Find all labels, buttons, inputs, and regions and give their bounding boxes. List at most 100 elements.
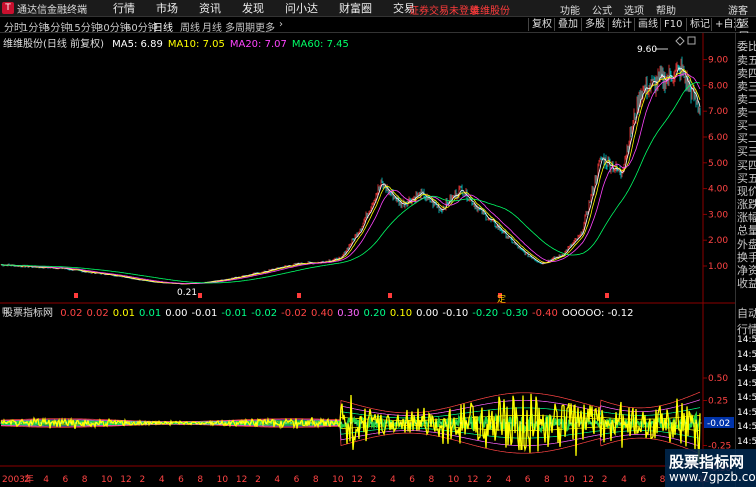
event-marker-icon[interactable] bbox=[198, 293, 202, 298]
expand-icon[interactable] bbox=[675, 36, 685, 46]
indicator-value-18: OOOOO: -0.12 bbox=[561, 308, 634, 319]
indicator-value-4: 0.00 bbox=[165, 308, 188, 319]
x-axis-label: 6 bbox=[294, 475, 300, 485]
x-axis-label: 4 bbox=[274, 475, 280, 485]
toolbar-button-6[interactable]: 标记 bbox=[686, 18, 713, 31]
indicator-value-3: 0.01 bbox=[138, 308, 162, 319]
period-3[interactable]: 15分钟 bbox=[68, 19, 101, 34]
indicator-value-5: -0.01 bbox=[191, 308, 218, 319]
toolbar-button-1[interactable]: 叠加 bbox=[554, 18, 581, 31]
x-axis-label: 2 bbox=[24, 475, 30, 485]
period-7[interactable]: 周线 bbox=[180, 19, 200, 34]
indicator-value-12: 0.10 bbox=[389, 308, 413, 319]
period-0[interactable]: 分时 bbox=[4, 19, 24, 34]
more-arrow-icon[interactable]: › bbox=[279, 19, 283, 30]
x-axis-label: 12 bbox=[583, 475, 594, 485]
quote-field-27: 14:50 bbox=[737, 422, 756, 432]
indicator-value-17: -0.40 bbox=[531, 308, 558, 319]
guest-user[interactable]: 游客 bbox=[728, 2, 748, 17]
app-title: 通达信金融终端 bbox=[17, 4, 87, 16]
indicator-value-2: 0.01 bbox=[112, 308, 135, 319]
x-axis-label: 2 bbox=[140, 475, 146, 485]
indicator-value-14: -0.10 bbox=[442, 308, 469, 319]
site-watermark: 股票指标网 www.7gpzb.com bbox=[665, 449, 756, 487]
toolbar-button-5[interactable]: F10 bbox=[660, 18, 685, 31]
period-6[interactable]: 日线 bbox=[153, 19, 173, 34]
x-axis-label: 6 bbox=[409, 475, 415, 485]
indicator-name[interactable]: 股票指标网 bbox=[3, 308, 53, 319]
watermark-title: 股票指标网 bbox=[669, 453, 745, 471]
x-axis-label: 12 bbox=[236, 475, 247, 485]
ma-label-1: MA10: 7.05 bbox=[167, 39, 225, 50]
toolbar-button-3[interactable]: 统计 bbox=[608, 18, 635, 31]
x-axis-label: 12 bbox=[351, 475, 362, 485]
x-axis-label: 8 bbox=[428, 475, 434, 485]
maximize-icon[interactable] bbox=[687, 36, 696, 45]
period-10[interactable]: 更多 bbox=[255, 19, 275, 34]
quote-field-19: 自动 bbox=[737, 307, 756, 320]
x-axis-label: 6 bbox=[63, 475, 69, 485]
x-axis-label: 4 bbox=[159, 475, 165, 485]
quote-side-panel: 委比 卖五 卖四 卖三 卖二 卖一 买一 买二 买三 买四 买五 现价 涨跌 涨幅 总量 外盘 换手 净资 收益 自动… bbox=[735, 33, 756, 487]
quote-field-24: 14:50 bbox=[737, 379, 756, 389]
x-axis-label: 4 bbox=[43, 475, 49, 485]
event-marker-icon[interactable] bbox=[388, 293, 392, 298]
menu-item[interactable]: 市场 bbox=[156, 0, 178, 16]
indicator-value-15: -0.20 bbox=[472, 308, 499, 319]
toolbar-button-0[interactable]: 复权 bbox=[528, 18, 555, 31]
x-axis-label: 6 bbox=[640, 475, 646, 485]
low-price-label: 0.21 bbox=[177, 288, 197, 298]
menu-item[interactable]: 发现 bbox=[242, 0, 264, 16]
indicator-value-7: -0.02 bbox=[251, 308, 278, 319]
app-logo-icon: T bbox=[2, 2, 14, 14]
event-marker-icon[interactable] bbox=[605, 293, 609, 298]
back-button[interactable]: 返回 bbox=[735, 18, 756, 43]
x-axis-label: 10 bbox=[448, 475, 460, 485]
menu-item[interactable]: 问小达 bbox=[285, 0, 318, 16]
x-axis-label: 2 bbox=[486, 475, 492, 485]
menu-item[interactable]: 资讯 bbox=[199, 0, 221, 16]
high-price-label: 9.60 bbox=[637, 45, 657, 55]
x-axis-label: 12 bbox=[467, 475, 478, 485]
indicator-value-11: 0.20 bbox=[363, 308, 386, 319]
system-menu-item[interactable]: 选项 bbox=[624, 2, 644, 17]
menu-item[interactable]: 财富圈 bbox=[339, 0, 372, 16]
current-stock-label: 维维股份 bbox=[470, 6, 510, 17]
quote-field-23: 14:50 bbox=[737, 364, 756, 374]
trade-login-notice[interactable]: 证券交易未登录 bbox=[409, 2, 479, 17]
price-tick-label: 9.00 bbox=[708, 56, 728, 66]
chart-canvas[interactable]: 9.00 8.00 7.00 6.00 5.00 4.00 3.00 2.00 1.00 9.60… bbox=[0, 33, 735, 487]
period-2[interactable]: 5分钟 bbox=[44, 19, 70, 34]
title-bar: T 通达信金融终端 行情 市场 资讯 发现 问小达 财富圈 交易 证券交易未登录 维维股份 … bbox=[0, 0, 756, 17]
x-axis-label: 4 bbox=[390, 475, 396, 485]
price-tick-label: 8.00 bbox=[708, 81, 728, 91]
indicator-value-16: -0.30 bbox=[502, 308, 528, 319]
indicator-current-value: -0.02 bbox=[707, 419, 730, 429]
toolbar-button-4[interactable]: 画线 bbox=[634, 18, 661, 31]
indicator-value-9: 0.40 bbox=[311, 308, 334, 319]
x-axis-label: 2 bbox=[255, 475, 261, 485]
period-9[interactable]: 多周期 bbox=[225, 19, 255, 34]
price-tick-label: 3.00 bbox=[708, 210, 728, 220]
price-tick-label: 2.00 bbox=[708, 236, 728, 246]
system-menu-item[interactable]: 公式 bbox=[592, 2, 612, 17]
x-axis-label: 10 bbox=[332, 475, 344, 485]
event-marker-icon[interactable] bbox=[297, 293, 301, 298]
system-menu-item[interactable]: 帮助 bbox=[656, 2, 676, 17]
price-tick-label: 1.00 bbox=[708, 262, 728, 272]
system-menu: 功能 公式 选项 帮助 bbox=[560, 2, 688, 17]
period-8[interactable]: 月线 bbox=[202, 19, 222, 34]
indicator-value-8: -0.02 bbox=[281, 308, 308, 319]
x-axis-label: 8 bbox=[197, 475, 203, 485]
indicator-yellow-line bbox=[0, 393, 701, 463]
menu-item[interactable]: 行情 bbox=[113, 0, 135, 16]
toolbar-button-2[interactable]: 多股 bbox=[581, 18, 608, 31]
price-tick-label: 7.00 bbox=[708, 107, 728, 117]
app-window: T 通达信金融终端 行情 市场 资讯 发现 问小达 财富圈 交易 证券交易未登录 维维股份 … bbox=[0, 0, 756, 487]
event-marker-icon[interactable] bbox=[74, 293, 78, 298]
system-menu-item[interactable]: 功能 bbox=[560, 2, 580, 17]
quote-field-22: 14:50 bbox=[737, 350, 756, 360]
x-axis-label: 4 bbox=[621, 475, 627, 485]
x-axis-label: 12 bbox=[120, 475, 131, 485]
x-axis-label: 6 bbox=[178, 475, 184, 485]
